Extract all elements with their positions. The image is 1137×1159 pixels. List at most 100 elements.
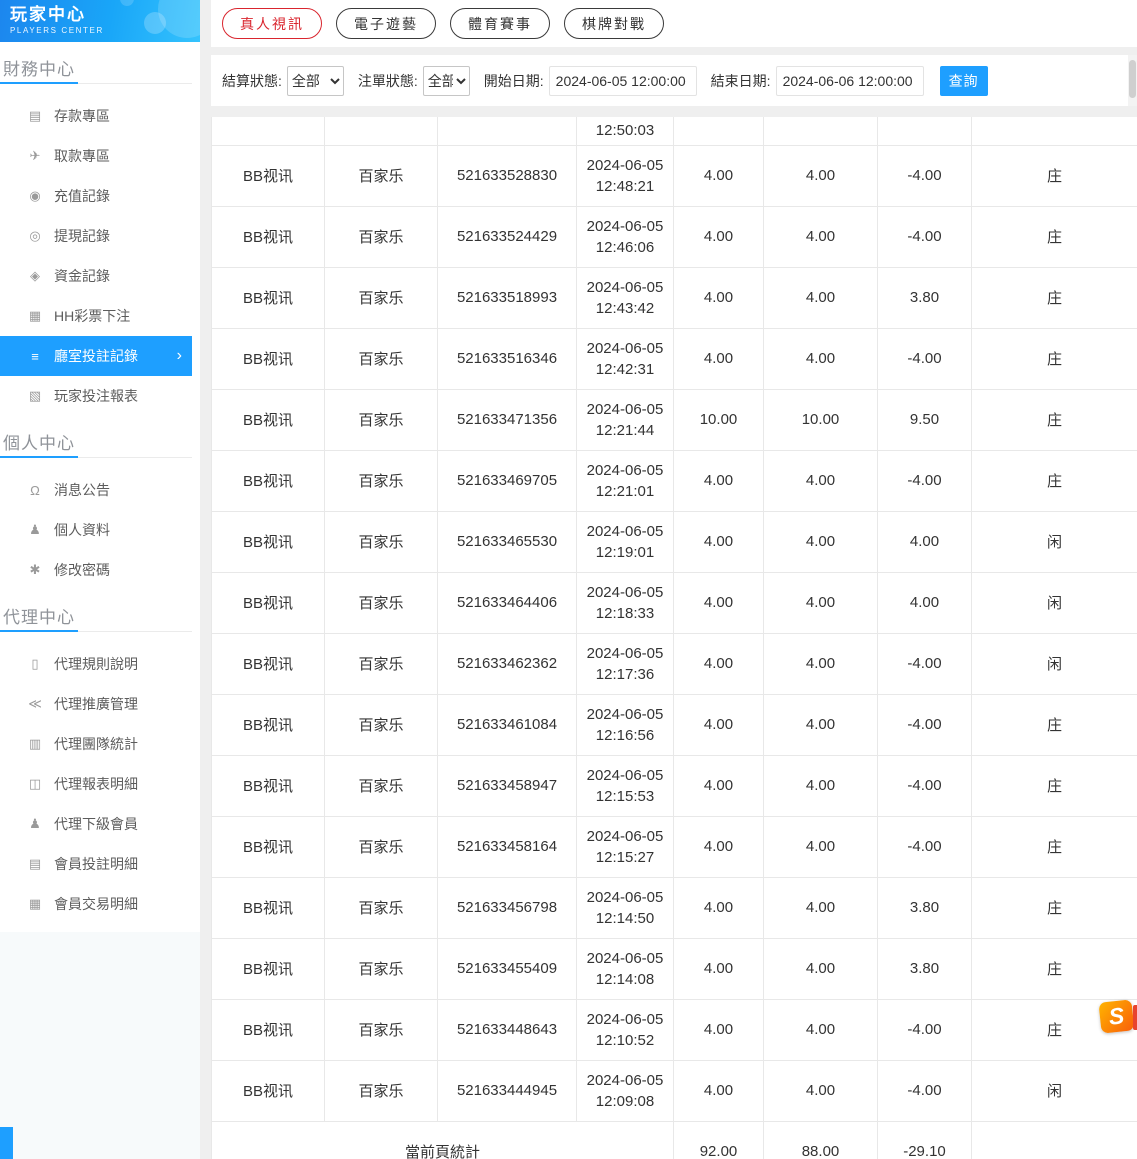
sidebar-item-agent-sub-members[interactable]: ♟ 代理下級會員 (0, 804, 192, 844)
bet-status-label: 注單狀態: (358, 71, 418, 91)
cell-platform: BB视讯 (212, 389, 325, 450)
report-icon: ◫ (27, 776, 43, 792)
cell-result: 庄 (972, 938, 1137, 999)
tab-live-video[interactable]: 真人視訊 (222, 8, 322, 39)
cell-platform: BB视讯 (212, 938, 325, 999)
sidebar-item-withdraw-zone[interactable]: ✈ 取款專區 (0, 136, 192, 176)
tab-board-card-games[interactable]: 棋牌對戰 (564, 8, 664, 39)
table-row: BB视讯 百家乐 521633462362 2024-06-05 12:17:3… (212, 633, 1137, 694)
cell-valid-amount: 4.00 (764, 572, 878, 633)
cell-bet-amount: 4.00 (674, 877, 764, 938)
cell-bet-id: 521633448643 (438, 999, 577, 1060)
recharge-record-icon: ◉ (27, 188, 43, 204)
sidebar-item-deposit-zone[interactable]: ▤ 存款專區 (0, 96, 192, 136)
sidebar-item-withdrawal-records[interactable]: ◎ 提現記錄 (0, 216, 192, 256)
cell-platform (212, 117, 325, 145)
cell-result: 闲 (972, 511, 1137, 572)
cell-time: 12:46:06 (577, 237, 673, 258)
cell-win-loss: -4.00 (878, 450, 972, 511)
cell-bet-id: 521633462362 (438, 633, 577, 694)
sidebar-item-player-bet-report[interactable]: ▧ 玩家投注報表 (0, 376, 192, 416)
cell-time: 12:10:52 (577, 1030, 673, 1051)
cell-date: 2024-06-05 (577, 1070, 673, 1091)
people-icon: ♟ (27, 816, 43, 832)
cell-datetime: 2024-06-05 12:09:08 (577, 1060, 674, 1121)
sidebar-item-agent-rules[interactable]: ▯ 代理規則說明 (0, 644, 192, 684)
sidebar-section-agent: 代理中心 (0, 596, 192, 632)
cell-bet-id: 521633528830 (438, 145, 577, 206)
sidebar-item-hh-lottery-bets[interactable]: ▦ HH彩票下注 (0, 296, 192, 336)
cell-result: 庄 (972, 328, 1137, 389)
sidebar-item-member-transaction-details[interactable]: ▦ 會員交易明細 (0, 884, 192, 924)
cell-win-loss (878, 117, 972, 145)
cell-valid-amount: 4.00 (764, 328, 878, 389)
cell-platform: BB视讯 (212, 572, 325, 633)
cell-platform: BB视讯 (212, 328, 325, 389)
cell-datetime: 2024-06-05 12:16:56 (577, 694, 674, 755)
scrollbar-track[interactable] (1128, 55, 1137, 106)
cell-platform: BB视讯 (212, 999, 325, 1060)
cell-win-loss: 9.50 (878, 389, 972, 450)
end-date-input[interactable] (776, 66, 924, 96)
cell-date: 2024-06-05 (577, 155, 673, 176)
sidebar-item-profile[interactable]: ♟ 個人資料 (0, 510, 192, 550)
sidebar-item-agent-report-details[interactable]: ◫ 代理報表明細 (0, 764, 192, 804)
cell-bet-id (438, 117, 577, 145)
table-row: BB视讯 百家乐 521633528830 2024-06-05 12:48:2… (212, 145, 1137, 206)
sidebar-item-agent-promotion[interactable]: ≪ 代理推廣管理 (0, 684, 192, 724)
bet-status-select[interactable]: 全部 (423, 66, 470, 96)
cell-win-loss: 3.80 (878, 938, 972, 999)
category-tab-bar: 真人視訊 電子遊藝 體育賽事 棋牌對戰 (211, 0, 1137, 47)
cell-game: 百家乐 (325, 145, 438, 206)
sogou-s-letter: S (1108, 1004, 1126, 1028)
cell-game: 百家乐 (325, 450, 438, 511)
scrollbar-thumb[interactable] (1129, 60, 1136, 98)
table-row: BB视讯 百家乐 521633461084 2024-06-05 12:16:5… (212, 694, 1137, 755)
cell-result: 闲 (972, 633, 1137, 694)
chart-icon: ▥ (27, 736, 43, 752)
cell-bet-id: 521633455409 (438, 938, 577, 999)
sidebar-item-label: 代理規則說明 (54, 654, 138, 674)
sidebar-item-recharge-records[interactable]: ◉ 充值記錄 (0, 176, 192, 216)
sidebar-section-personal: 個人中心 (0, 422, 192, 458)
cell-bet-id: 521633516346 (438, 328, 577, 389)
cell-platform: BB视讯 (212, 450, 325, 511)
cell-platform: BB视讯 (212, 816, 325, 877)
table-row: BB视讯 百家乐 521633471356 2024-06-05 12:21:4… (212, 389, 1137, 450)
cell-game: 百家乐 (325, 1060, 438, 1121)
sidebar-item-member-bet-details[interactable]: ▤ 會員投註明細 (0, 844, 192, 884)
table-row: BB视讯 百家乐 521633524429 2024-06-05 12:46:0… (212, 206, 1137, 267)
tab-sports-events[interactable]: 體育賽事 (450, 8, 550, 39)
sidebar-item-agent-team-stats[interactable]: ▥ 代理團隊統計 (0, 724, 192, 764)
cell-date: 2024-06-05 (577, 216, 673, 237)
sidebar-item-fund-records[interactable]: ◈ 資金記錄 (0, 256, 192, 296)
settle-status-select[interactable]: 全部 (287, 66, 344, 96)
cell-datetime: 2024-06-05 12:17:36 (577, 633, 674, 694)
bet-records-table: 12:50:03 BB视讯 百家乐 521633528830 2024-06-0… (211, 117, 1137, 1159)
cell-valid-amount: 4.00 (764, 1060, 878, 1121)
cell-result: 闲 (972, 1060, 1137, 1121)
cell-time: 12:17:36 (577, 664, 673, 685)
cell-win-loss: 3.80 (878, 267, 972, 328)
cell-bet-id: 521633471356 (438, 389, 577, 450)
query-button[interactable]: 查詢 (940, 66, 988, 96)
sogou-ime-icon[interactable]: S (1098, 999, 1134, 1033)
table-row: BB视讯 百家乐 521633518993 2024-06-05 12:43:4… (212, 267, 1137, 328)
summary-empty (972, 1121, 1137, 1159)
cell-datetime: 2024-06-05 12:14:50 (577, 877, 674, 938)
sidebar-item-change-password[interactable]: ✱ 修改密碼 (0, 550, 192, 590)
cell-win-loss: 4.00 (878, 511, 972, 572)
table-row: BB视讯 百家乐 521633448643 2024-06-05 12:10:5… (212, 999, 1137, 1060)
tab-electronic-games[interactable]: 電子遊藝 (336, 8, 436, 39)
sidebar-item-room-bet-records[interactable]: ≡ 廳室投註記錄 › (0, 336, 192, 376)
finance-menu: ▤ 存款專區 ✈ 取款專區 ◉ 充值記錄 ◎ 提現記錄 ◈ 資金記錄 ▦ HH彩… (0, 84, 200, 416)
table-row: BB视讯 百家乐 521633464406 2024-06-05 12:18:3… (212, 572, 1137, 633)
cell-win-loss: -4.00 (878, 999, 972, 1060)
cell-valid-amount: 4.00 (764, 694, 878, 755)
cell-game: 百家乐 (325, 694, 438, 755)
cell-platform: BB视讯 (212, 145, 325, 206)
cell-game: 百家乐 (325, 389, 438, 450)
start-date-input[interactable] (549, 66, 697, 96)
cell-win-loss: -4.00 (878, 755, 972, 816)
sidebar-item-announcements[interactable]: Ω 消息公告 (0, 470, 192, 510)
